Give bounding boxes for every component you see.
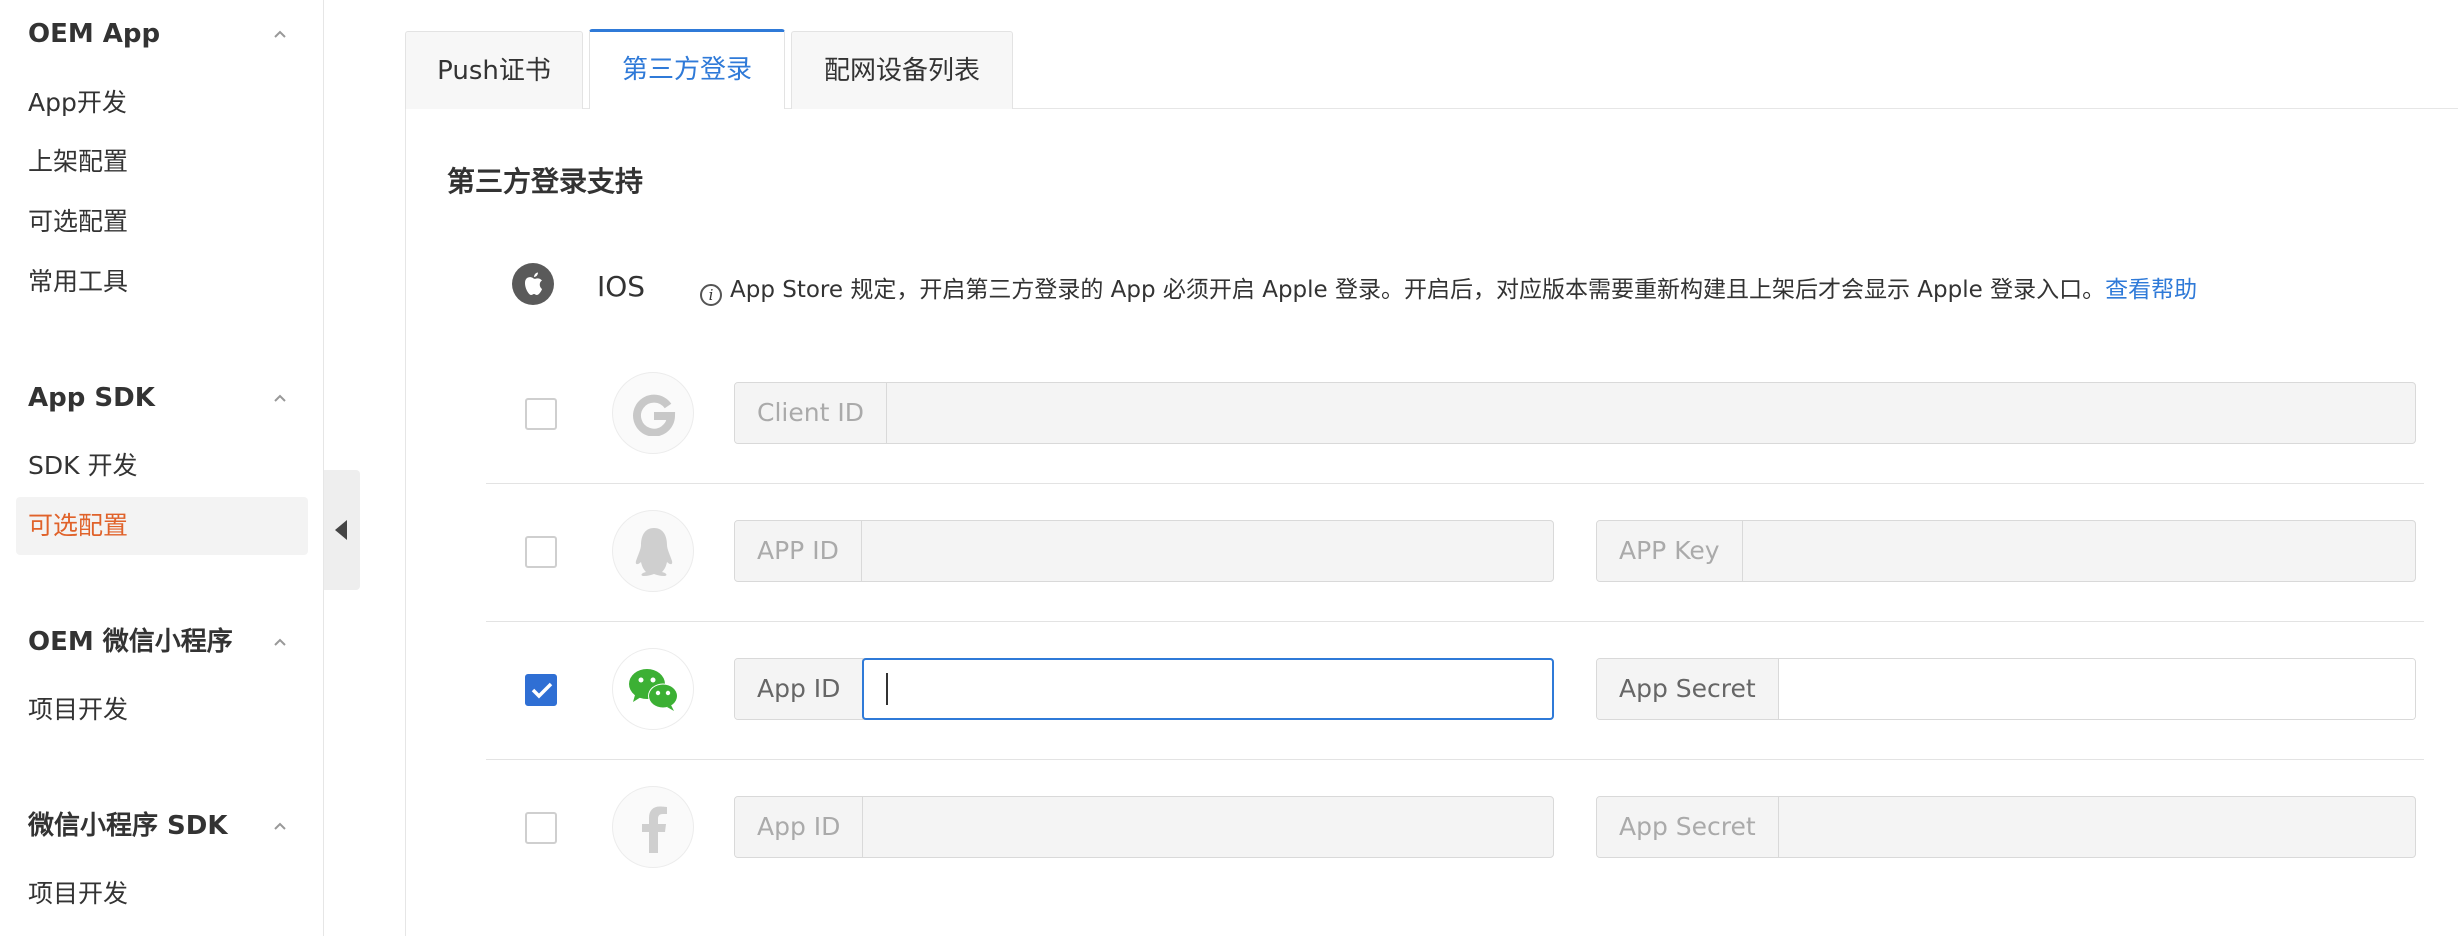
wechat-login-checkbox[interactable] — [525, 674, 557, 706]
sidebar-collapse-handle[interactable] — [324, 470, 360, 590]
help-link[interactable]: 查看帮助 — [2105, 277, 2197, 303]
row-divider — [486, 621, 2424, 622]
chevron-up-icon[interactable] — [272, 818, 288, 834]
wechat-app-secret-field: App Secret — [1596, 658, 2416, 720]
sidebar-item-project-dev[interactable]: 项目开发 — [16, 681, 308, 739]
qq-penguin-icon — [612, 510, 694, 592]
chevron-up-icon[interactable] — [272, 26, 288, 42]
sidebar-item-project-dev-2[interactable]: 项目开发 — [16, 865, 308, 923]
facebook-app-secret-input[interactable] — [1778, 797, 2415, 857]
tab-provisioned-devices[interactable]: 配网设备列表 — [791, 31, 1013, 109]
google-icon — [612, 372, 694, 454]
facebook-login-checkbox[interactable] — [525, 812, 557, 844]
sidebar-item-optional-config[interactable]: 可选配置 — [16, 193, 308, 251]
app-id-label: App ID — [735, 797, 864, 857]
section-title: 第三方登录支持 — [447, 165, 644, 198]
wechat-icon — [612, 648, 694, 730]
chevron-up-icon[interactable] — [272, 634, 288, 650]
qq-app-id-field: APP ID — [734, 520, 1554, 582]
sidebar-item-sdk-optional-config[interactable]: 可选配置 — [16, 497, 308, 555]
sidebar-item-common-tools[interactable]: 常用工具 — [16, 253, 308, 311]
app-secret-label: App Secret — [1597, 797, 1779, 857]
wechat-app-secret-input[interactable] — [1778, 659, 2415, 719]
sidebar: OEM App App开发 上架配置 可选配置 常用工具 App SDK SDK… — [0, 0, 324, 936]
sidebar-item-app-dev[interactable]: App开发 — [16, 74, 308, 132]
app-id-label: APP ID — [735, 521, 862, 581]
sidebar-group-oem-app[interactable]: OEM App — [28, 18, 160, 50]
sidebar-item-sdk-dev[interactable]: SDK 开发 — [16, 437, 308, 495]
app-key-label: APP Key — [1597, 521, 1743, 581]
qq-app-id-input[interactable] — [861, 521, 1553, 581]
sidebar-group-oem-wechat-miniprogram[interactable]: OEM 微信小程序 — [28, 626, 233, 658]
sidebar-item-publish-config[interactable]: 上架配置 — [16, 133, 308, 191]
facebook-app-id-field: App ID — [734, 796, 1554, 858]
info-icon: i — [700, 284, 722, 306]
google-login-checkbox[interactable] — [525, 398, 557, 430]
facebook-icon — [612, 786, 694, 868]
text-caret — [886, 673, 888, 705]
apple-login-notice: i App Store 规定，开启第三方登录的 App 必须开启 Apple 登录… — [700, 270, 2197, 306]
chevron-up-icon[interactable] — [272, 390, 288, 406]
qq-app-key-field: APP Key — [1596, 520, 2416, 582]
qq-app-key-input[interactable] — [1742, 521, 2415, 581]
row-divider — [486, 483, 2424, 484]
platform-label: IOS — [597, 270, 646, 303]
sidebar-group-app-sdk[interactable]: App SDK — [28, 382, 155, 414]
sidebar-group-wechat-miniprogram-sdk[interactable]: 微信小程序 SDK — [28, 810, 228, 842]
notice-text: App Store 规定，开启第三方登录的 App 必须开启 Apple 登录。… — [730, 277, 2106, 303]
google-client-id-field: Client ID — [734, 382, 2416, 444]
facebook-app-secret-field: App Secret — [1596, 796, 2416, 858]
facebook-app-id-input[interactable] — [863, 797, 1553, 857]
apple-icon — [512, 263, 554, 305]
wechat-app-id-focus[interactable] — [862, 658, 1554, 720]
checkmark-icon — [531, 682, 553, 699]
tab-third-party-login[interactable]: 第三方登录 — [589, 29, 785, 109]
row-divider — [486, 759, 2424, 760]
app-id-label: App ID — [735, 659, 864, 719]
client-id-label: Client ID — [735, 383, 887, 443]
caret-left-icon — [335, 520, 347, 540]
tab-push-cert[interactable]: Push证书 — [405, 31, 583, 109]
google-client-id-input[interactable] — [886, 383, 2415, 443]
app-secret-label: App Secret — [1597, 659, 1779, 719]
qq-login-checkbox[interactable] — [525, 536, 557, 568]
